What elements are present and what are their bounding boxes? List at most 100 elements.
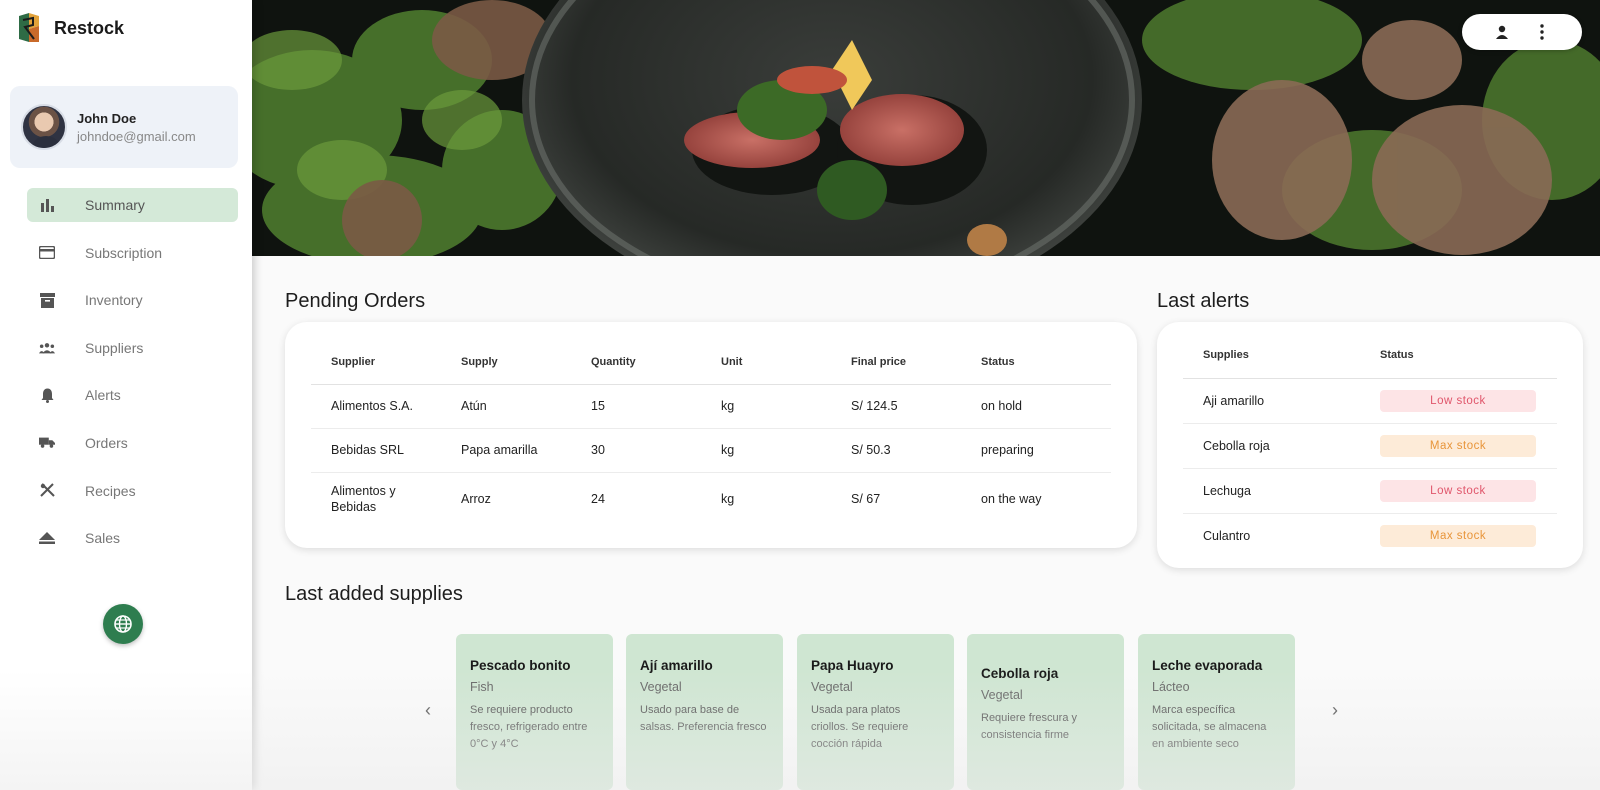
supply-card[interactable]: Ají amarillo Vegetal Usado para base de … [626,634,783,790]
sidebar-item-inventory[interactable]: Inventory [27,283,238,317]
brand[interactable]: Restock [16,12,124,44]
last-alerts-title: Last alerts [1157,290,1250,312]
user-card[interactable]: John Doe johndoe@gmail.com [10,86,238,168]
supply-cell: Papa amarilla [441,428,571,473]
status-cell: Max stock [1360,423,1557,469]
supply-cell: Arroz [461,492,491,507]
sidebar-item-sales[interactable]: Sales [27,521,238,555]
bell-icon [39,387,55,403]
supply-cell: Culantro [1203,528,1251,543]
supply-name: Cebolla roja [981,666,1059,681]
unit-cell: kg [701,384,831,429]
sidebar-item-label: Suppliers [85,339,144,356]
table-row[interactable]: Alimentos S.A. Atún 15 kg S/ 124.5 on ho… [311,384,1111,429]
column-header[interactable]: Supply [441,340,571,385]
supply-cell: Lechuga [1183,468,1360,514]
status-badge: Max stock [1380,434,1536,457]
quantity-cell: 15 [571,384,701,429]
supply-category: Vegetal [981,688,1023,702]
table-row[interactable]: Culantro Max stock [1183,513,1557,558]
last-supplies-title: Last added supplies [285,583,463,605]
supply-card[interactable]: Cebolla roja Vegetal Requiere frescura y… [967,634,1124,790]
utensils-icon [39,483,55,499]
user-name: John Doe [77,110,137,126]
sidebar-item-label: Summary [85,197,145,213]
carousel-next-button[interactable]: › [1325,700,1345,720]
supply-name: Papa Huayro [811,658,894,673]
supply-name: Pescado bonito [470,658,571,673]
status-cell: Low stock [1360,378,1557,424]
credit-card-icon [39,245,55,261]
supply-description: Usado para base de salsas. Preferencia f… [640,704,767,733]
unit-cell: kg [701,428,831,473]
status-badge: Max stock [1380,524,1536,547]
group-icon [39,340,55,356]
sidebar-item-alerts[interactable]: Alerts [27,378,238,412]
price-cell: S/ 50.3 [831,428,961,473]
truck-icon [39,435,55,451]
pending-orders-title: Pending Orders [285,290,426,312]
carousel-prev-button[interactable]: ‹ [418,700,438,720]
sidebar-item-label: Sales [85,530,121,547]
supply-name: Ají amarillo [640,658,713,673]
supply-description: Marca específica solicitada, se almacena… [1152,704,1267,750]
column-header[interactable]: Status [961,340,1111,385]
table-row[interactable]: Alimentos y Bebidas Arroz 24 kg S/ 67 on… [311,472,1111,526]
column-header[interactable]: Final price [831,340,961,385]
supply-card[interactable]: Papa Huayro Vegetal Usada para platos cr… [797,634,954,790]
more-options-button[interactable] [1533,23,1551,41]
hero-banner [252,0,1600,256]
supply-description: Usada para platos criollos. Se requiere … [811,704,909,750]
sidebar-item-suppliers[interactable]: Suppliers [27,331,238,365]
hero-food-image [252,0,1600,256]
column-header[interactable]: Status [1360,332,1557,379]
table-header-row: Supplier Supply Quantity Unit Final pric… [311,340,1111,385]
language-button[interactable] [103,604,143,644]
status-cell: on hold [961,384,1111,429]
table-row[interactable]: Aji amarillo Low stock [1183,378,1557,424]
column-header[interactable]: Quantity [571,340,701,385]
pending-orders-table: Supplier Supply Quantity Unit Final pric… [311,340,1111,526]
supply-description: Se requiere producto fresco, refrigerado… [470,704,588,750]
supply-card[interactable]: Leche evaporada Lácteo Marca específica … [1138,634,1295,790]
supplier-cell: Alimentos y Bebidas [331,484,396,515]
archive-icon [39,292,55,308]
avatar [21,104,67,150]
person-icon [1496,25,1508,39]
status-cell: Max stock [1360,513,1557,558]
sidebar-nav: Summary Subscription Inventory Suppliers… [27,188,238,569]
column-header[interactable]: Unit [701,340,831,385]
status-badge: Low stock [1380,389,1536,412]
status-cell: on the way [981,492,1042,507]
unit-cell: kg [721,492,735,507]
price-cell: S/ 124.5 [831,384,961,429]
supplier-cell: Alimentos S.A. [311,384,441,429]
supply-cell: Atún [441,384,571,429]
column-header[interactable]: Supplies [1183,332,1360,379]
restock-logo-icon [19,13,39,42]
globe-icon [114,615,132,633]
sidebar-item-label: Recipes [85,482,136,499]
sidebar-item-orders[interactable]: Orders [27,426,238,460]
account-button[interactable] [1493,23,1511,41]
sidebar-item-label: Subscription [85,244,163,261]
app-name: Restock [54,17,125,38]
supply-cell: Aji amarillo [1183,378,1360,424]
more-vertical-icon [1540,24,1544,40]
sidebar-item-subscription[interactable]: Subscription [27,236,238,270]
top-action-pill [1462,14,1582,50]
table-row[interactable]: Lechuga Low stock [1183,468,1557,514]
column-header[interactable]: Supplier [311,340,441,385]
quantity-cell: 30 [571,428,701,473]
supply-card[interactable]: Pescado bonito Fish Se requiere producto… [456,634,613,790]
table-row[interactable]: Cebolla roja Max stock [1183,423,1557,469]
supply-category: Vegetal [640,680,682,694]
last-alerts-table: Supplies Status Aji amarillo Low stock C… [1183,332,1557,558]
table-row[interactable]: Bebidas SRL Papa amarilla 30 kg S/ 50.3 … [311,428,1111,473]
status-cell: preparing [961,428,1111,473]
supplier-cell: Bebidas SRL [311,428,441,473]
sidebar-item-label: Orders [85,434,128,451]
sidebar-item-summary[interactable]: Summary [27,188,238,222]
supply-category: Fish [470,680,494,694]
sidebar-item-recipes[interactable]: Recipes [27,474,238,508]
